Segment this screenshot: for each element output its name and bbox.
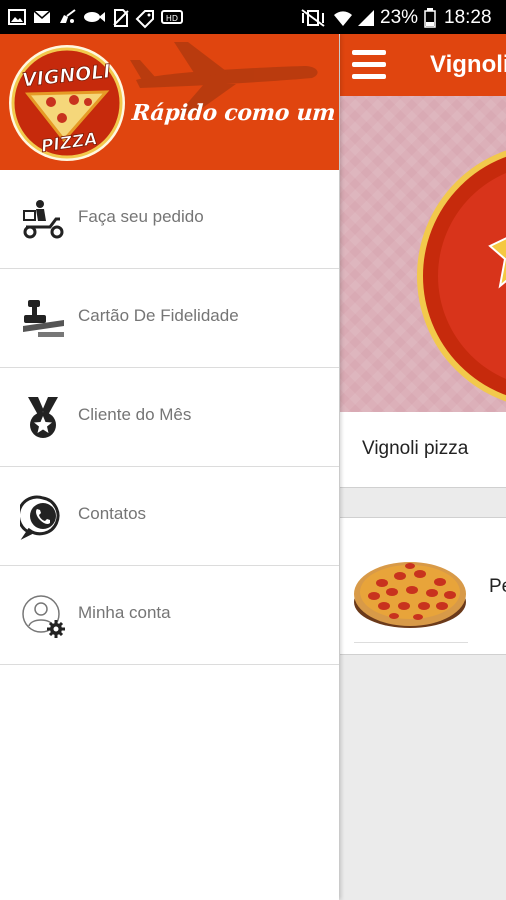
drawer-item-cartao-fidelidade[interactable]: Cartão De Fidelidade: [0, 269, 339, 368]
medal-icon: [28, 397, 58, 438]
clock: 18:28: [444, 7, 492, 28]
svg-text:HD: HD: [166, 14, 178, 23]
slogan: Rápido como um avião!: [131, 100, 339, 126]
gallery-notification-icon: [8, 9, 26, 25]
mail-notification-icon: [33, 10, 51, 23]
store-banner: [340, 96, 506, 412]
user-settings-icon: [22, 595, 65, 638]
whatsapp-icon: [20, 495, 60, 540]
drawer-item-label: Cliente do Mês: [78, 405, 192, 424]
tag-notification-icon: [135, 10, 154, 29]
battery-percent: 23%: [380, 7, 419, 28]
wifi-signal-icon: [334, 11, 352, 26]
product-divider: [354, 642, 468, 643]
battery-icon: [424, 8, 436, 28]
vignoli-pizza-logo: VIGNOLI PIZZA: [9, 45, 125, 161]
drawer-item-contatos[interactable]: Contatos: [0, 467, 339, 566]
hamburger-menu-icon[interactable]: [352, 50, 386, 80]
delivery-scooter-icon: [23, 200, 64, 239]
product-name: Pe: [489, 576, 506, 597]
pizza-image: [354, 562, 466, 628]
product-card[interactable]: Pe: [340, 517, 506, 655]
drawer-item-minha-conta[interactable]: Minha conta: [0, 566, 339, 665]
drawer-item-label: Minha conta: [78, 603, 171, 622]
drawer-item-label: Cartão De Fidelidade: [78, 306, 239, 325]
cellular-signal-icon: [358, 10, 374, 26]
app-toolbar: Vignoli: [340, 34, 506, 96]
drawer-item-label: Faça seu pedido: [78, 207, 204, 226]
status-bar: HD 23% 18:28: [0, 0, 506, 34]
fish-notification-icon: [84, 12, 105, 22]
store-logo-partial: [417, 150, 506, 402]
drawer-item-label: Contatos: [78, 504, 147, 523]
store-name: Vignoli pizza: [362, 438, 469, 459]
no-sim-notification-icon: [113, 9, 129, 27]
hd-notification-icon: HD: [161, 10, 183, 24]
store-card[interactable]: Vignoli pizza: [340, 412, 506, 488]
loyalty-stamp-icon: [23, 300, 64, 337]
app-title: Vignoli: [430, 51, 506, 78]
drawer-item-cliente-do-mes[interactable]: Cliente do Mês: [0, 368, 339, 467]
navigation-drawer: VIGNOLI PIZZA Rápido como um avião! Faça…: [0, 34, 339, 900]
cleaner-notification-icon: [60, 9, 76, 23]
vibrate-mute-icon: [301, 9, 325, 27]
drawer-header: VIGNOLI PIZZA Rápido como um avião!: [0, 34, 339, 170]
drawer-item-faca-seu-pedido[interactable]: Faça seu pedido: [0, 170, 339, 269]
